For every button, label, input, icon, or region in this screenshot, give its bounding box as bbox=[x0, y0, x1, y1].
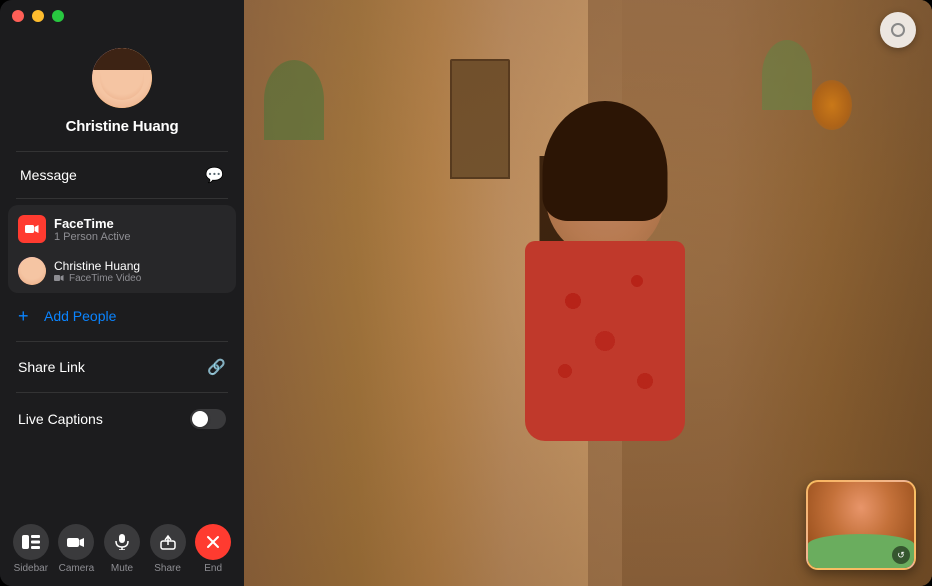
self-view-rotate-icon[interactable]: ↺ bbox=[892, 546, 910, 564]
end-label: End bbox=[204, 563, 222, 574]
message-row[interactable]: Message 💬 bbox=[4, 156, 240, 194]
camera-label: Camera bbox=[59, 563, 95, 574]
camera-icon bbox=[58, 524, 94, 560]
live-captions-toggle[interactable] bbox=[190, 409, 226, 429]
facetime-title: FaceTime bbox=[54, 216, 130, 231]
add-people-row[interactable]: + Add People bbox=[8, 297, 236, 335]
bottom-toolbar: Sidebar Camera bbox=[0, 514, 244, 586]
app-window: Christine Huang Message 💬 FaceTime 1 Per… bbox=[0, 0, 932, 586]
share-button[interactable]: Share bbox=[147, 524, 189, 574]
sidebar: Christine Huang Message 💬 FaceTime 1 Per… bbox=[0, 0, 244, 586]
share-link-label: Share Link bbox=[18, 359, 85, 375]
chain-icon: 🔗 bbox=[207, 358, 226, 376]
plus-icon: + bbox=[18, 307, 36, 325]
person-shape bbox=[465, 86, 745, 586]
sidebar-label: Sidebar bbox=[14, 563, 48, 574]
self-view-thumbnail[interactable]: ↺ bbox=[806, 480, 916, 570]
contact-status: FaceTime Video bbox=[54, 273, 141, 284]
divider-mid bbox=[16, 198, 228, 199]
profile-section: Christine Huang bbox=[0, 32, 244, 147]
divider-captions bbox=[16, 392, 228, 393]
end-icon bbox=[195, 524, 231, 560]
facetime-subtitle: 1 Person Active bbox=[54, 231, 130, 243]
person-body bbox=[525, 241, 685, 441]
mute-button[interactable]: Mute bbox=[101, 524, 143, 574]
share-label: Share bbox=[154, 563, 181, 574]
contact-avatar bbox=[18, 257, 46, 285]
share-link-row[interactable]: Share Link 🔗 bbox=[8, 348, 236, 386]
record-icon bbox=[891, 23, 905, 37]
message-label: Message bbox=[20, 167, 77, 183]
facetime-header: FaceTime 1 Person Active bbox=[8, 207, 236, 251]
mute-icon bbox=[104, 524, 140, 560]
live-captions-label: Live Captions bbox=[18, 411, 103, 427]
title-bar bbox=[0, 0, 244, 32]
main-video: ↺ bbox=[244, 0, 932, 586]
divider-share bbox=[16, 341, 228, 342]
mute-label: Mute bbox=[111, 563, 133, 574]
maximize-button[interactable] bbox=[52, 10, 64, 22]
add-people-label: Add People bbox=[44, 308, 116, 324]
facetime-video-icon bbox=[18, 215, 46, 243]
divider-top bbox=[16, 151, 228, 152]
camera-button[interactable]: Camera bbox=[55, 524, 97, 574]
minimize-button[interactable] bbox=[32, 10, 44, 22]
contact-row[interactable]: Christine Huang FaceTime Video bbox=[8, 251, 236, 291]
profile-name: Christine Huang bbox=[66, 118, 179, 135]
message-icon: 💬 bbox=[205, 166, 224, 184]
sidebar-icon bbox=[13, 524, 49, 560]
sidebar-button[interactable]: Sidebar bbox=[10, 524, 52, 574]
contact-avatar-inner bbox=[18, 257, 46, 285]
memoji-avatar bbox=[92, 48, 152, 108]
avatar bbox=[92, 48, 152, 108]
person-hair bbox=[543, 101, 668, 221]
contact-name: Christine Huang bbox=[54, 259, 141, 273]
record-button[interactable] bbox=[880, 12, 916, 48]
contact-info: Christine Huang FaceTime Video bbox=[54, 259, 141, 284]
dress-detail bbox=[525, 241, 685, 441]
end-button[interactable]: End bbox=[192, 524, 234, 574]
share-icon bbox=[150, 524, 186, 560]
facetime-title-group: FaceTime 1 Person Active bbox=[54, 216, 130, 243]
facetime-group: FaceTime 1 Person Active Christine Huang bbox=[8, 205, 236, 293]
close-button[interactable] bbox=[12, 10, 24, 22]
live-captions-row[interactable]: Live Captions bbox=[8, 399, 236, 439]
